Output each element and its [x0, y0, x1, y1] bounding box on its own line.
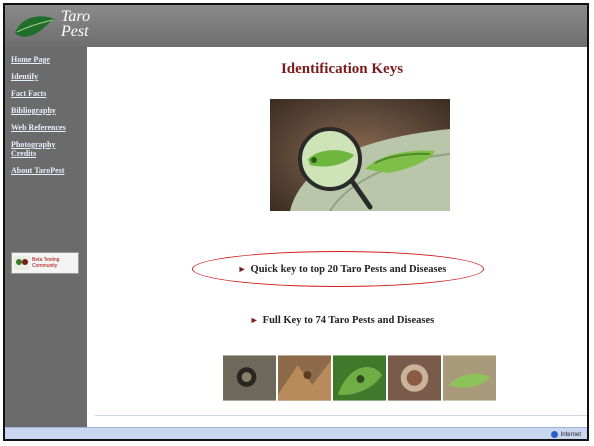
- pest-thumbnail-strip: [223, 355, 496, 401]
- pest-thumbnail[interactable]: [443, 355, 496, 401]
- sidebar-item-about-taropest[interactable]: About TaroPest: [11, 166, 81, 175]
- zone-label: Internet: [560, 431, 581, 438]
- logo-line-2: Pest: [61, 23, 89, 40]
- taro-leaf-logo-icon: [15, 16, 55, 37]
- pest-thumbnail[interactable]: [223, 355, 276, 401]
- browser-status-bar: Internet: [5, 427, 587, 439]
- badge-line-2: Community: [32, 263, 58, 269]
- community-icon: [14, 256, 30, 270]
- beta-testing-community-badge[interactable]: Beta Testing Community: [11, 252, 79, 274]
- full-key-label: Full Key to 74 Taro Pests and Diseases: [262, 315, 435, 326]
- sidebar-item-photography-credits[interactable]: Photography Credits: [11, 140, 81, 158]
- full-key-link[interactable]: ► Full Key to 74 Taro Pests and Diseases: [95, 315, 587, 326]
- browser-window: Taro Pest Home Page Identify Fact Facts …: [3, 3, 589, 441]
- pest-thumbnail[interactable]: [333, 355, 386, 401]
- main-content: Identification Keys ► Quick key to top 20…: [95, 47, 587, 427]
- sidebar-nav: Home Page Identify Fact Facts Bibliograp…: [5, 47, 87, 439]
- sidebar-item-fact-facts[interactable]: Fact Facts: [11, 89, 81, 98]
- logo-line-1: Taro: [61, 8, 91, 25]
- globe-icon: [550, 431, 558, 438]
- arrow-right-icon: ►: [237, 264, 247, 274]
- site-header: Taro Pest: [5, 5, 587, 47]
- security-zone: Internet: [550, 431, 581, 438]
- caterpillar-magnifier-image: [270, 99, 450, 211]
- arrow-right-icon: ►: [249, 315, 259, 325]
- page-title: Identification Keys: [280, 61, 404, 77]
- pest-thumbnail[interactable]: [278, 355, 331, 401]
- quick-key-label: Quick key to top 20 Taro Pests and Disea…: [250, 264, 447, 275]
- sidebar-item-bibliography[interactable]: Bibliography: [11, 106, 81, 115]
- footer-divider: [95, 415, 587, 416]
- pest-thumbnail[interactable]: [388, 355, 441, 401]
- sidebar-item-identify[interactable]: Identify: [11, 72, 81, 81]
- quick-key-link[interactable]: ► Quick key to top 20 Taro Pests and Dise…: [95, 264, 587, 275]
- sidebar-item-home-page[interactable]: Home Page: [11, 55, 81, 64]
- sidebar-item-web-references[interactable]: Web References: [11, 123, 81, 132]
- site-logo-text[interactable]: Taro Pest: [61, 8, 91, 40]
